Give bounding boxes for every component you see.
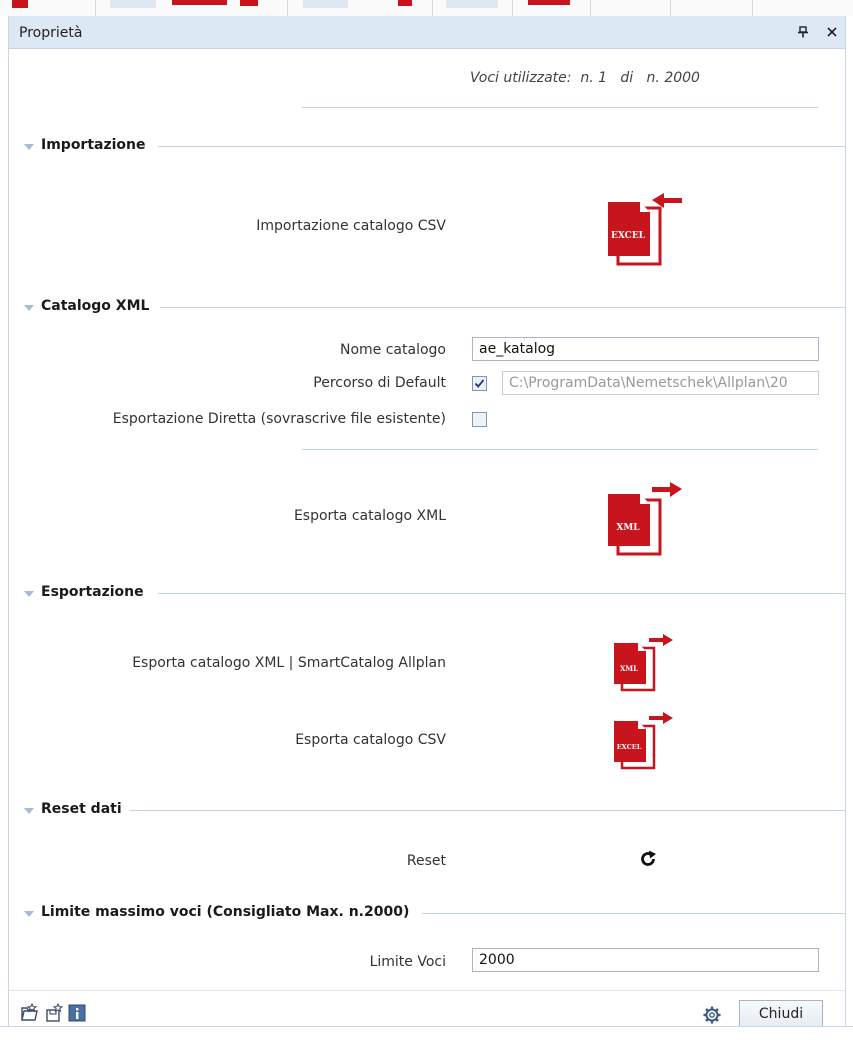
divider bbox=[302, 107, 818, 108]
import-excel-icon[interactable]: EXCEL bbox=[606, 190, 686, 272]
export-smartcatalog-label: Esporta catalogo XML | SmartCatalog Allp… bbox=[132, 655, 446, 671]
export-xml-icon[interactable]: XML bbox=[606, 478, 686, 560]
toolbar-fragment-icon bbox=[398, 0, 412, 6]
section-title-limite[interactable]: Limite massimo voci (Consigliato Max. n.… bbox=[41, 904, 409, 920]
svg-text:XML: XML bbox=[616, 523, 640, 533]
section-line bbox=[160, 307, 845, 308]
section-title-importazione[interactable]: Importazione bbox=[41, 137, 146, 153]
toolbar-fragment-icon bbox=[240, 0, 258, 6]
background-toolbar-strip bbox=[0, 0, 853, 16]
left-window-edge bbox=[0, 16, 8, 1039]
toolbar-fragment-icon bbox=[446, 0, 498, 8]
section-title-reset[interactable]: Reset dati bbox=[41, 801, 122, 817]
palette-title: Proprietà bbox=[19, 25, 83, 41]
close-button[interactable]: Chiudi bbox=[739, 1000, 823, 1028]
collapse-arrow-icon[interactable] bbox=[24, 808, 34, 814]
direct-export-checkbox[interactable] bbox=[472, 412, 487, 427]
section-line bbox=[130, 810, 845, 811]
svg-text:EXCEL: EXCEL bbox=[611, 231, 646, 241]
divider bbox=[302, 449, 818, 450]
toolbar-fragment-icon bbox=[528, 0, 570, 5]
section-title-catalogo-xml[interactable]: Catalogo XML bbox=[41, 298, 149, 314]
left-border bbox=[8, 16, 9, 1026]
section-line bbox=[422, 913, 845, 914]
catalog-name-label: Nome catalogo bbox=[340, 342, 446, 358]
close-icon[interactable] bbox=[821, 21, 843, 43]
right-border bbox=[845, 16, 846, 1026]
export-smartcatalog-xml-icon[interactable]: XML bbox=[612, 632, 676, 696]
bottom-window-edge bbox=[0, 1026, 853, 1040]
direct-export-label: Esportazione Diretta (sovrascrive file e… bbox=[112, 411, 446, 427]
default-path-checkbox[interactable] bbox=[472, 376, 487, 391]
pin-icon[interactable] bbox=[792, 21, 814, 43]
reset-icon[interactable] bbox=[638, 849, 658, 873]
section-title-esportazione[interactable]: Esportazione bbox=[41, 584, 144, 600]
save-favorite-icon[interactable] bbox=[44, 1002, 64, 1027]
toolbar-fragment-icon bbox=[303, 0, 348, 8]
collapse-arrow-icon[interactable] bbox=[24, 591, 34, 597]
svg-text:XML: XML bbox=[620, 664, 638, 673]
export-xml-label: Esporta catalogo XML bbox=[293, 508, 446, 524]
export-excel-icon[interactable]: EXCEL bbox=[612, 710, 676, 774]
usage-counter: Voci utilizzate: n. 1 di n. 2000 bbox=[470, 70, 700, 86]
svg-text:EXCEL: EXCEL bbox=[617, 743, 642, 751]
default-path-label: Percorso di Default bbox=[313, 375, 446, 391]
toolbar-fragment-icon bbox=[12, 0, 28, 8]
palette-title-bar: Proprietà bbox=[9, 16, 845, 49]
limit-label: Limite Voci bbox=[369, 954, 446, 970]
import-csv-label: Importazione catalogo CSV bbox=[256, 218, 446, 234]
collapse-arrow-icon[interactable] bbox=[24, 911, 34, 917]
export-csv-label: Esporta catalogo CSV bbox=[295, 732, 446, 748]
catalog-name-field[interactable]: ae_katalog bbox=[472, 337, 819, 361]
collapse-arrow-icon[interactable] bbox=[24, 305, 34, 311]
toolbar-fragment-icon bbox=[172, 0, 227, 5]
limit-field[interactable]: 2000 bbox=[472, 948, 819, 972]
default-path-field[interactable]: C:\ProgramData\Nemetschek\Allplan\20 bbox=[502, 371, 819, 395]
section-line bbox=[158, 593, 845, 594]
toolbar-fragment-icon bbox=[110, 0, 156, 8]
reset-label: Reset bbox=[406, 853, 446, 869]
collapse-arrow-icon[interactable] bbox=[24, 144, 34, 150]
info-icon[interactable] bbox=[68, 1004, 86, 1026]
open-favorite-icon[interactable] bbox=[20, 1002, 40, 1027]
section-line bbox=[158, 146, 845, 147]
